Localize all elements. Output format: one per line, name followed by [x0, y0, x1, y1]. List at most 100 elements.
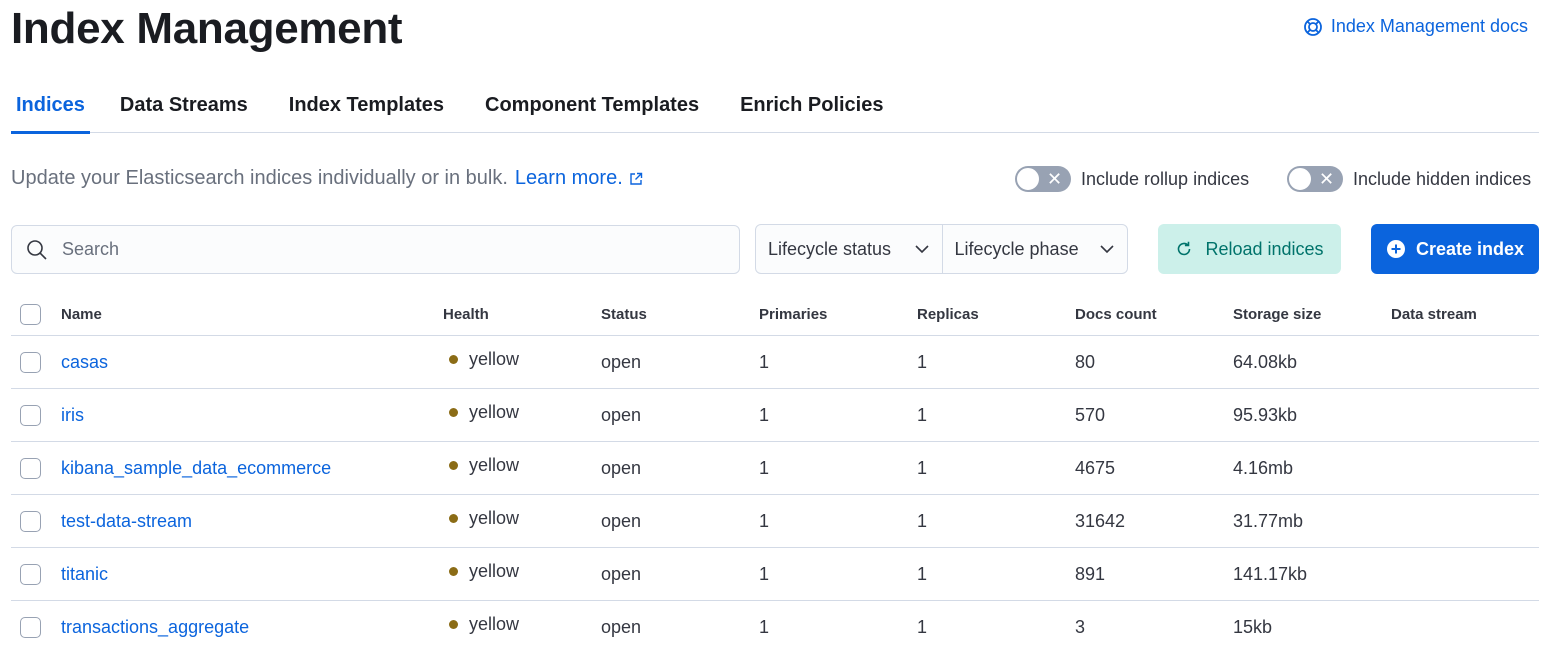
index-name-link[interactable]: casas — [61, 352, 443, 373]
column-header-storage-size[interactable]: Storage size — [1233, 306, 1391, 323]
tab-bar: Indices Data Streams Index Templates Com… — [11, 90, 1539, 134]
storage-size-cell: 4.16mb — [1233, 457, 1294, 478]
health-indicator: yellow — [443, 455, 601, 476]
row-checkbox[interactable] — [20, 351, 41, 373]
lifebuoy-icon — [1303, 17, 1322, 36]
reload-label: Reload indices — [1205, 238, 1324, 259]
close-icon: ✕ — [1047, 169, 1063, 189]
rollup-indices-switch[interactable]: ✕ — [1015, 166, 1071, 192]
hidden-indices-label: Include hidden indices — [1353, 168, 1532, 189]
health-dot-icon — [449, 407, 458, 417]
health-label: yellow — [469, 454, 520, 475]
tab-component-templates[interactable]: Component Templates — [485, 90, 699, 133]
learn-more-link[interactable]: Learn more. — [515, 167, 643, 190]
docs-count-cell: 80 — [1075, 351, 1096, 372]
rollup-toggle-group: ✕ Include rollup indices — [1015, 166, 1249, 192]
status-cell: open — [601, 510, 642, 531]
search-input[interactable] — [62, 239, 702, 260]
hidden-indices-switch[interactable]: ✕ — [1287, 166, 1343, 192]
health-dot-icon — [449, 354, 458, 364]
status-cell: open — [601, 616, 642, 637]
row-checkbox[interactable] — [20, 616, 41, 638]
health-label: yellow — [469, 507, 520, 528]
row-checkbox[interactable] — [20, 404, 41, 426]
storage-size-cell: 31.77mb — [1233, 510, 1304, 531]
plus-circle-icon — [1386, 240, 1405, 258]
page-description: Update your Elasticsearch indices indivi… — [11, 167, 643, 190]
health-dot-icon — [449, 513, 458, 523]
primaries-cell: 1 — [759, 563, 770, 584]
switch-knob — [1288, 167, 1312, 191]
health-indicator: yellow — [443, 561, 601, 582]
column-header-replicas[interactable]: Replicas — [917, 306, 1075, 323]
tab-index-templates[interactable]: Index Templates — [289, 90, 444, 133]
table-row: casas yellow open 1 1 80 64.08kb — [11, 336, 1539, 389]
column-header-docs-count[interactable]: Docs count — [1075, 306, 1233, 323]
column-header-data-stream[interactable]: Data stream — [1391, 306, 1539, 323]
replicas-cell: 1 — [917, 510, 928, 531]
column-header-health[interactable]: Health — [443, 306, 601, 323]
health-dot-icon — [449, 460, 458, 470]
health-dot-icon — [449, 566, 458, 576]
table-row: kibana_sample_data_ecommerce yellow open… — [11, 442, 1539, 495]
lifecycle-phase-filter[interactable]: Lifecycle phase — [943, 225, 1128, 273]
tab-indices[interactable]: Indices — [11, 90, 90, 134]
index-name-link[interactable]: titanic — [61, 564, 443, 585]
storage-size-cell: 141.17kb — [1233, 563, 1308, 584]
hidden-toggle-group: ✕ Include hidden indices — [1287, 166, 1531, 192]
column-header-status[interactable]: Status — [601, 306, 759, 323]
replicas-cell: 1 — [917, 563, 928, 584]
table-row: titanic yellow open 1 1 891 141.17kb — [11, 548, 1539, 601]
health-dot-icon — [449, 619, 458, 629]
health-label: yellow — [469, 613, 520, 634]
lifecycle-status-filter[interactable]: Lifecycle status — [756, 225, 943, 273]
learn-more-label: Learn more. — [514, 167, 623, 189]
lifecycle-status-label: Lifecycle status — [768, 238, 892, 259]
storage-size-cell: 64.08kb — [1233, 351, 1298, 372]
row-checkbox[interactable] — [20, 457, 41, 479]
column-header-primaries[interactable]: Primaries — [759, 306, 917, 323]
health-label: yellow — [469, 401, 520, 422]
index-name-link[interactable]: kibana_sample_data_ecommerce — [61, 458, 443, 479]
primaries-cell: 1 — [759, 457, 770, 478]
column-header-name[interactable]: Name — [61, 306, 443, 323]
tab-enrich-policies[interactable]: Enrich Policies — [740, 90, 883, 133]
status-cell: open — [601, 457, 642, 478]
row-checkbox[interactable] — [20, 563, 41, 585]
reload-indices-button[interactable]: Reload indices — [1158, 224, 1341, 274]
index-name-link[interactable]: test-data-stream — [61, 511, 443, 532]
docs-count-cell: 4675 — [1075, 457, 1116, 478]
lifecycle-phase-label: Lifecycle phase — [954, 238, 1079, 259]
filter-group: Lifecycle status Lifecycle phase — [755, 224, 1128, 274]
health-indicator: yellow — [443, 614, 601, 635]
storage-size-cell: 15kb — [1233, 616, 1273, 637]
search-icon — [27, 239, 47, 260]
index-name-link[interactable]: transactions_aggregate — [61, 617, 443, 638]
select-all-checkbox[interactable] — [20, 304, 41, 325]
replicas-cell: 1 — [917, 351, 928, 372]
table-row: iris yellow open 1 1 570 95.93kb — [11, 389, 1539, 442]
primaries-cell: 1 — [759, 404, 770, 425]
replicas-cell: 1 — [917, 616, 928, 637]
primaries-cell: 1 — [759, 616, 770, 637]
replicas-cell: 1 — [917, 404, 928, 425]
rollup-indices-label: Include rollup indices — [1081, 168, 1250, 189]
health-label: yellow — [469, 560, 520, 581]
switch-knob — [1016, 167, 1040, 191]
primaries-cell: 1 — [759, 351, 770, 372]
create-index-button[interactable]: Create index — [1371, 224, 1539, 274]
index-name-link[interactable]: iris — [61, 405, 443, 426]
row-checkbox[interactable] — [20, 510, 41, 532]
tab-data-streams[interactable]: Data Streams — [120, 90, 248, 133]
health-indicator: yellow — [443, 402, 601, 423]
chevron-down-icon — [1100, 245, 1114, 254]
docs-count-cell: 891 — [1075, 563, 1106, 584]
description-text: Update your Elasticsearch indices indivi… — [11, 167, 508, 189]
storage-size-cell: 95.93kb — [1233, 404, 1298, 425]
health-label: yellow — [469, 348, 520, 369]
chevron-down-icon — [914, 245, 929, 254]
status-cell: open — [601, 351, 642, 372]
docs-link[interactable]: Index Management docs — [1303, 16, 1528, 37]
table-row: test-data-stream yellow open 1 1 31642 3… — [11, 495, 1539, 548]
docs-count-cell: 570 — [1075, 404, 1106, 425]
